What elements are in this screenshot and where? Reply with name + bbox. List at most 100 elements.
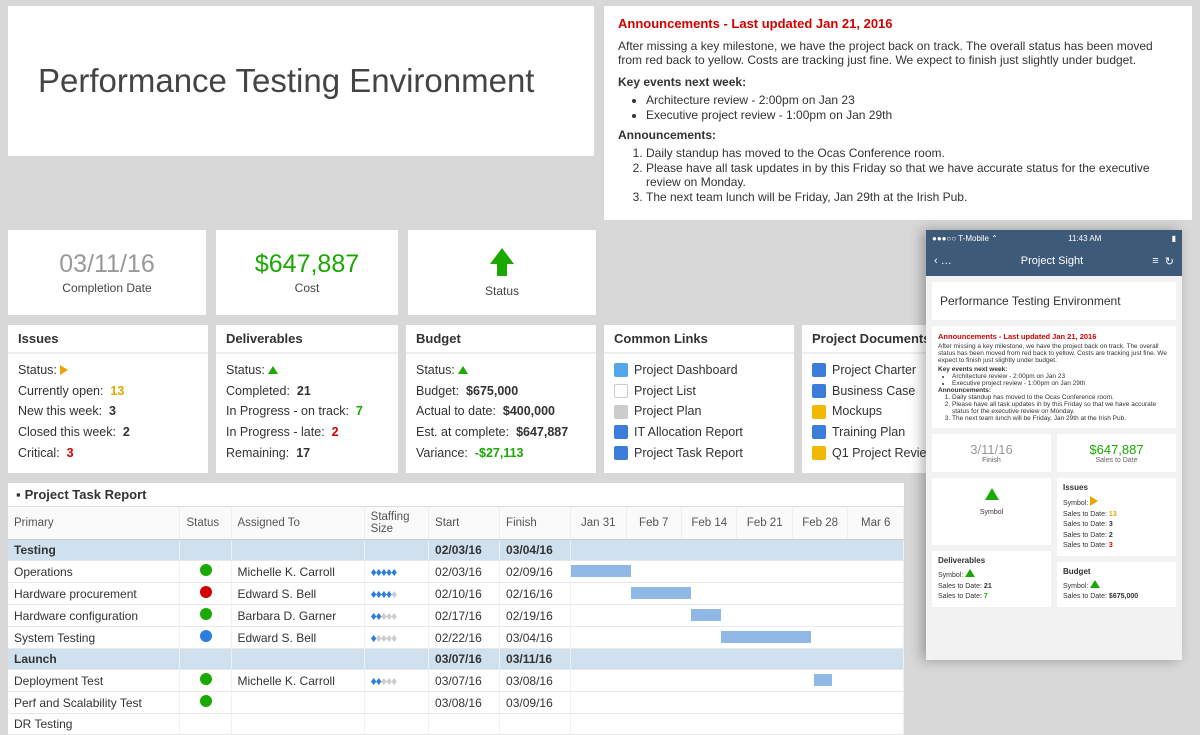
announcements-label: Announcements: — [618, 128, 1178, 142]
back-icon[interactable]: ‹ … — [934, 255, 952, 267]
task-finish: 03/09/16 — [500, 692, 571, 714]
task-staffing: ♦♦♦♦♦ — [364, 583, 428, 605]
task-finish: 02/09/16 — [500, 561, 571, 583]
row-label: Completed: — [226, 384, 290, 398]
doc-icon — [812, 405, 826, 419]
link-item[interactable]: Project Task Report — [614, 443, 784, 464]
link-item[interactable]: IT Allocation Report — [614, 422, 784, 443]
col-start[interactable]: Start — [429, 507, 500, 540]
menu-icon[interactable]: ≡ — [1152, 255, 1158, 267]
doc-icon — [812, 425, 826, 439]
announcement-item: The next team lunch will be Friday, Jan … — [646, 190, 1178, 204]
task-name: DR Testing — [8, 714, 180, 735]
phone-ann-body: After missing a key milestone, we have t… — [938, 343, 1170, 364]
col-primary[interactable]: Primary — [8, 507, 180, 540]
table-row[interactable]: Testing02/03/1603/04/16 — [8, 540, 904, 561]
staffing-icon: ♦♦♦♦♦ — [371, 587, 397, 601]
arrow-up-icon — [490, 248, 514, 264]
table-row[interactable]: Operations Michelle K. Carroll ♦♦♦♦♦ 02/… — [8, 561, 904, 583]
status-dot-icon — [200, 586, 212, 598]
link-label: Project Plan — [634, 401, 701, 422]
doc-icon — [812, 363, 826, 377]
task-start: 02/22/16 — [429, 627, 500, 649]
metric-label: Cost — [295, 281, 320, 295]
table-row[interactable]: Perf and Scalability Test 03/08/16 03/09… — [8, 692, 904, 714]
col-status[interactable]: Status — [180, 507, 231, 540]
col-staffing[interactable]: Staffing Size — [364, 507, 428, 540]
report-title: Project Task Report — [25, 487, 147, 502]
doc-label: Training Plan — [832, 422, 905, 443]
link-label: Project List — [634, 381, 696, 402]
status-dot-icon — [200, 630, 212, 642]
task-name: System Testing — [8, 627, 180, 649]
table-row[interactable]: DR Testing — [8, 714, 904, 735]
link-item[interactable]: Project List — [614, 381, 784, 402]
col-assigned[interactable]: Assigned To — [231, 507, 364, 540]
table-row[interactable]: Launch03/07/1603/11/16 — [8, 649, 904, 670]
refresh-icon[interactable]: ↻ — [1165, 255, 1174, 268]
gantt-cell — [571, 692, 904, 714]
phone-time: 11:43 AM — [1068, 234, 1101, 243]
task-assignee: Edward S. Bell — [231, 583, 364, 605]
row-label: In Progress - on track: — [226, 404, 349, 418]
row-value: 13 — [110, 384, 124, 398]
task-assignee — [231, 692, 364, 714]
battery-icon: ▮ — [1172, 234, 1176, 243]
link-item[interactable]: Project Dashboard — [614, 360, 784, 381]
arrow-right-icon — [60, 365, 68, 375]
task-assignee: Michelle K. Carroll — [231, 670, 364, 692]
table-row[interactable]: Hardware procurement Edward S. Bell ♦♦♦♦… — [8, 583, 904, 605]
phone-deliverables-panel: Deliverables Symbol: Sales to Date: 21 S… — [932, 551, 1051, 607]
task-assignee — [231, 714, 364, 735]
phone-ann-item: The next team lunch will be Friday, Jan … — [952, 415, 1170, 422]
task-status — [180, 583, 231, 605]
row-label: Sales to Date: — [1063, 532, 1107, 539]
timeline-header: Feb 7 — [626, 507, 681, 540]
gantt-bar — [631, 587, 691, 599]
row-value: $675,000 — [466, 384, 518, 398]
timeline-header: Feb 14 — [682, 507, 737, 540]
row-label: Critical: — [18, 446, 60, 460]
phone-key-event: Architecture review - 2:00pm on Jan 23 — [952, 373, 1170, 380]
table-row[interactable]: System Testing Edward S. Bell ♦♦♦♦♦ 02/2… — [8, 627, 904, 649]
row-value: 21 — [297, 384, 311, 398]
task-assignee: Edward S. Bell — [231, 627, 364, 649]
status-dot-icon — [200, 673, 212, 685]
row-value: 2 — [1109, 532, 1113, 539]
gantt-cell — [571, 561, 904, 583]
phone-symbol-card: Symbol — [932, 478, 1051, 545]
arrow-right-icon — [1090, 496, 1098, 506]
issues-panel: Issues Status: Currently open: 13 New th… — [8, 325, 208, 473]
metric-value: 03/11/16 — [59, 250, 154, 279]
gantt-cell — [571, 605, 904, 627]
status-label: Status: — [226, 363, 265, 377]
row-value: $400,000 — [503, 404, 555, 418]
panel-header: Deliverables — [216, 325, 398, 354]
key-event-item: Executive project review - 1:00pm on Jan… — [646, 108, 1178, 122]
col-finish[interactable]: Finish — [500, 507, 571, 540]
task-status — [180, 561, 231, 583]
row-label: Closed this week: — [18, 425, 116, 439]
phone-ann-title: Announcements - Last updated Jan 21, 201… — [938, 332, 1170, 341]
table-row[interactable]: Deployment Test Michelle K. Carroll ♦♦♦♦… — [8, 670, 904, 692]
row-value: 17 — [296, 446, 310, 460]
phone-nav-title: Project Sight — [952, 255, 1153, 267]
status-label: Status: — [416, 363, 455, 377]
row-label: New this week: — [18, 404, 102, 418]
link-item[interactable]: Project Plan — [614, 401, 784, 422]
title-card: Performance Testing Environment — [8, 6, 594, 156]
row-label: Sales to Date: — [938, 593, 982, 600]
phone-ann-item: Please have all task updates in by this … — [952, 401, 1170, 415]
panel-header: Issues — [1063, 482, 1170, 494]
task-name: Deployment Test — [8, 670, 180, 692]
staffing-icon: ♦♦♦♦♦ — [371, 565, 397, 579]
phone-title-card: Performance Testing Environment — [932, 282, 1176, 320]
staffing-icon: ♦♦♦♦♦ — [371, 609, 397, 623]
doc-icon — [812, 446, 826, 460]
task-start — [429, 714, 500, 735]
phone-announcements: Announcements - Last updated Jan 21, 201… — [932, 326, 1176, 428]
panel-header: Issues — [8, 325, 208, 354]
task-start: 03/07/16 — [429, 649, 500, 670]
table-row[interactable]: Hardware configuration Barbara D. Garner… — [8, 605, 904, 627]
status-dot-icon — [200, 608, 212, 620]
